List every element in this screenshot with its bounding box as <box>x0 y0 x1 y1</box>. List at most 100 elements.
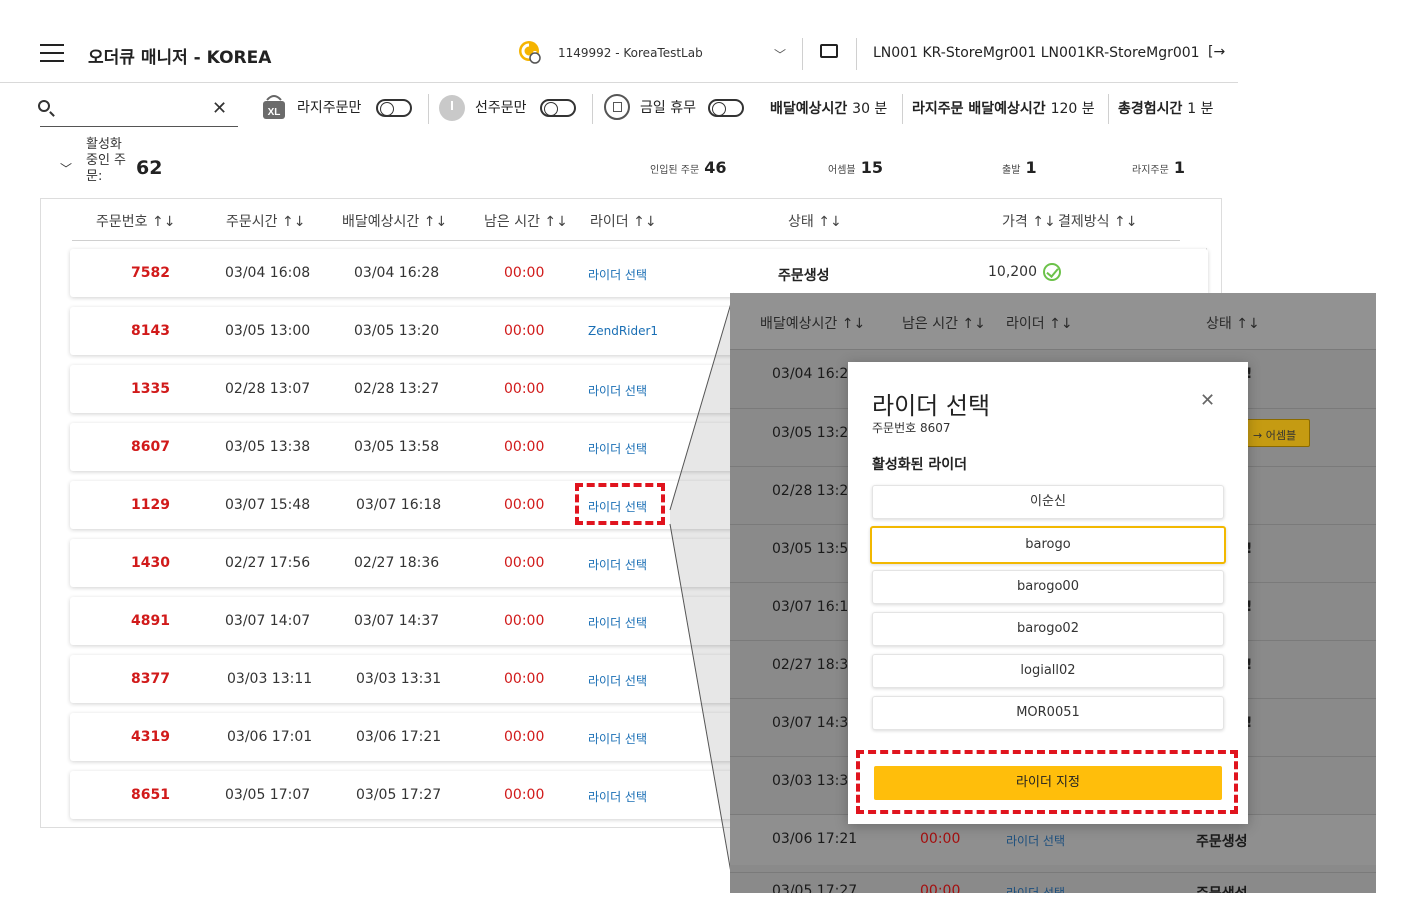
large-only-toggle[interactable] <box>376 99 412 117</box>
divider <box>802 38 803 70</box>
table-row[interactable]: 7582 03/04 16:08 03/04 16:28 00:00 라이더 선… <box>70 249 1208 297</box>
rider-option[interactable]: barogo00 <box>872 570 1224 604</box>
eta-time: 03/07 16:18 <box>356 497 442 513</box>
order-number[interactable]: 8607 <box>70 439 170 455</box>
active-orders-count: 62 <box>136 157 163 179</box>
remaining-time: 00:00 <box>504 555 545 571</box>
eta-time: 03/05 17:27 <box>356 787 442 803</box>
logout-icon[interactable]: [→ <box>1208 44 1225 60</box>
collapse-chevron-icon[interactable]: ﹀ <box>60 160 72 177</box>
divider <box>856 38 857 70</box>
large-count: 1 <box>1173 158 1186 177</box>
column-header-status[interactable]: 상태 ↑↓ <box>788 211 842 231</box>
price: 10,200 <box>988 263 1061 281</box>
order-number[interactable]: 1335 <box>70 381 170 397</box>
remaining-time: 00:00 <box>504 497 545 513</box>
store-selector[interactable]: 1149992 - KoreaTestLab <box>558 46 703 60</box>
column-header-eta[interactable]: 배달예상시간 ↑↓ <box>342 211 447 231</box>
assign-rider-button[interactable]: 라이더 지정 <box>874 766 1222 800</box>
eta-time: 02/28 13:27 <box>354 381 440 397</box>
rider-select-link[interactable]: 라이더 선택 <box>588 730 647 747</box>
zoom-remaining: 00:00 <box>920 883 961 893</box>
rider-name-link[interactable]: ZendRider1 <box>588 324 658 338</box>
order-number[interactable]: 8143 <box>70 323 170 339</box>
search-icon[interactable] <box>38 100 50 112</box>
rider-select-link[interactable]: 라이더 선택 <box>588 788 647 805</box>
store-icon <box>519 41 541 64</box>
app-title-country: KOREA <box>206 48 272 68</box>
large-summary: 라지주문 1 <box>1132 158 1186 177</box>
remaining-time: 00:00 <box>504 729 545 745</box>
order-time: 03/03 13:11 <box>227 671 313 687</box>
departed-summary: 출발 1 <box>1002 158 1037 177</box>
rider-option[interactable]: logiall02 <box>872 654 1224 688</box>
closed-today-toggle[interactable] <box>708 99 744 117</box>
zoom-rider-link: 라이더 선택 <box>1006 834 1066 848</box>
accepted-count: 46 <box>704 158 727 177</box>
eta-time: 03/03 13:31 <box>356 671 442 687</box>
column-header-price[interactable]: 가격 ↑↓ <box>1002 211 1056 231</box>
rider-option[interactable]: 이순신 <box>872 485 1224 519</box>
order-number[interactable]: 7582 <box>70 265 170 281</box>
assemble-button[interactable]: → 어셈블 <box>1244 419 1310 447</box>
rider-option[interactable]: MOR0051 <box>872 696 1224 730</box>
svg-text:XL: XL <box>268 107 281 118</box>
rider-select-link[interactable]: 라이더 선택 <box>588 382 647 399</box>
divider <box>428 94 429 124</box>
modal-order-number: 주문번호 8607 <box>872 421 951 435</box>
order-time: 03/05 13:38 <box>225 439 311 455</box>
zoom-remaining: 00:00 <box>920 831 961 847</box>
total-exp-value: 1 분 <box>1187 101 1214 117</box>
close-icon[interactable]: ✕ <box>212 98 227 119</box>
assemble-summary: 어셈블 15 <box>828 158 883 177</box>
close-icon[interactable]: ✕ <box>1200 390 1215 411</box>
zoom-header-eta: 배달예상시간 ↑↓ <box>760 316 866 332</box>
column-header-rider[interactable]: 라이더 ↑↓ <box>590 211 657 231</box>
rider-option-selected[interactable]: barogo <box>870 526 1226 564</box>
order-number[interactable]: 8377 <box>70 671 170 687</box>
chevron-down-icon[interactable]: ﹀ <box>774 46 786 63</box>
order-time: 03/07 15:48 <box>225 497 311 513</box>
rider-option[interactable]: barogo02 <box>872 612 1224 646</box>
order-number[interactable]: 1129 <box>70 497 170 513</box>
total-exp-label: 총경험시간 1 분 <box>1118 101 1214 117</box>
zoom-header-status: 상태 ↑↓ <box>1206 316 1260 332</box>
remaining-time: 00:00 <box>504 439 545 455</box>
column-header-order-no[interactable]: 주문번호 ↑↓ <box>96 211 175 231</box>
column-header-payment[interactable]: 결제방식 ↑↓ <box>1058 211 1137 231</box>
zoom-status: 주문생성 <box>1196 834 1248 850</box>
app-title: 오더큐 매니저 - KOREA <box>88 48 272 68</box>
mail-icon[interactable] <box>820 44 838 58</box>
zoom-rider-link: 라이더 선택 <box>1006 886 1066 893</box>
menu-icon[interactable] <box>40 44 64 62</box>
rider-select-modal: 라이더 선택 주문번호 8607 ✕ 활성화된 라이더 이순신 barogo b… <box>848 362 1248 824</box>
order-number[interactable]: 4891 <box>70 613 170 629</box>
remaining-time: 00:00 <box>504 787 545 803</box>
order-time: 02/28 13:07 <box>225 381 311 397</box>
remaining-time: 00:00 <box>504 323 545 339</box>
order-number[interactable]: 8651 <box>70 787 170 803</box>
column-header-order-time[interactable]: 주문시간 ↑↓ <box>226 211 305 231</box>
large-only-label: 라지주문만 <box>297 100 362 116</box>
eta-time: 03/04 16:28 <box>354 265 440 281</box>
remaining-time: 00:00 <box>504 265 545 281</box>
order-number[interactable]: 1430 <box>70 555 170 571</box>
rider-select-link[interactable]: 라이더 선택 <box>588 440 647 457</box>
order-time: 03/05 17:07 <box>225 787 311 803</box>
pre-order-toggle[interactable] <box>540 99 576 117</box>
search-input[interactable] <box>40 126 238 127</box>
remaining-time: 00:00 <box>504 381 545 397</box>
eta-time: 03/07 14:37 <box>354 613 440 629</box>
order-number[interactable]: 4319 <box>70 729 170 745</box>
rider-select-link[interactable]: 라이더 선택 <box>588 556 647 573</box>
eta-value: 30 분 <box>852 101 888 117</box>
zoom-status: 주문생성 <box>1196 883 1248 893</box>
active-orders-label: 활성화 중인 주문: <box>86 137 127 184</box>
eta-time: 03/06 17:21 <box>356 729 442 745</box>
column-header-remaining[interactable]: 남은 시간 ↑↓ <box>484 211 568 231</box>
rider-select-link[interactable]: 라이더 선택 <box>588 672 647 689</box>
order-time: 03/07 14:07 <box>225 613 311 629</box>
rider-select-link[interactable]: 라이더 선택 <box>588 614 647 631</box>
large-eta-value: 120 분 <box>1050 101 1095 117</box>
rider-select-link[interactable]: 라이더 선택 <box>588 266 647 283</box>
